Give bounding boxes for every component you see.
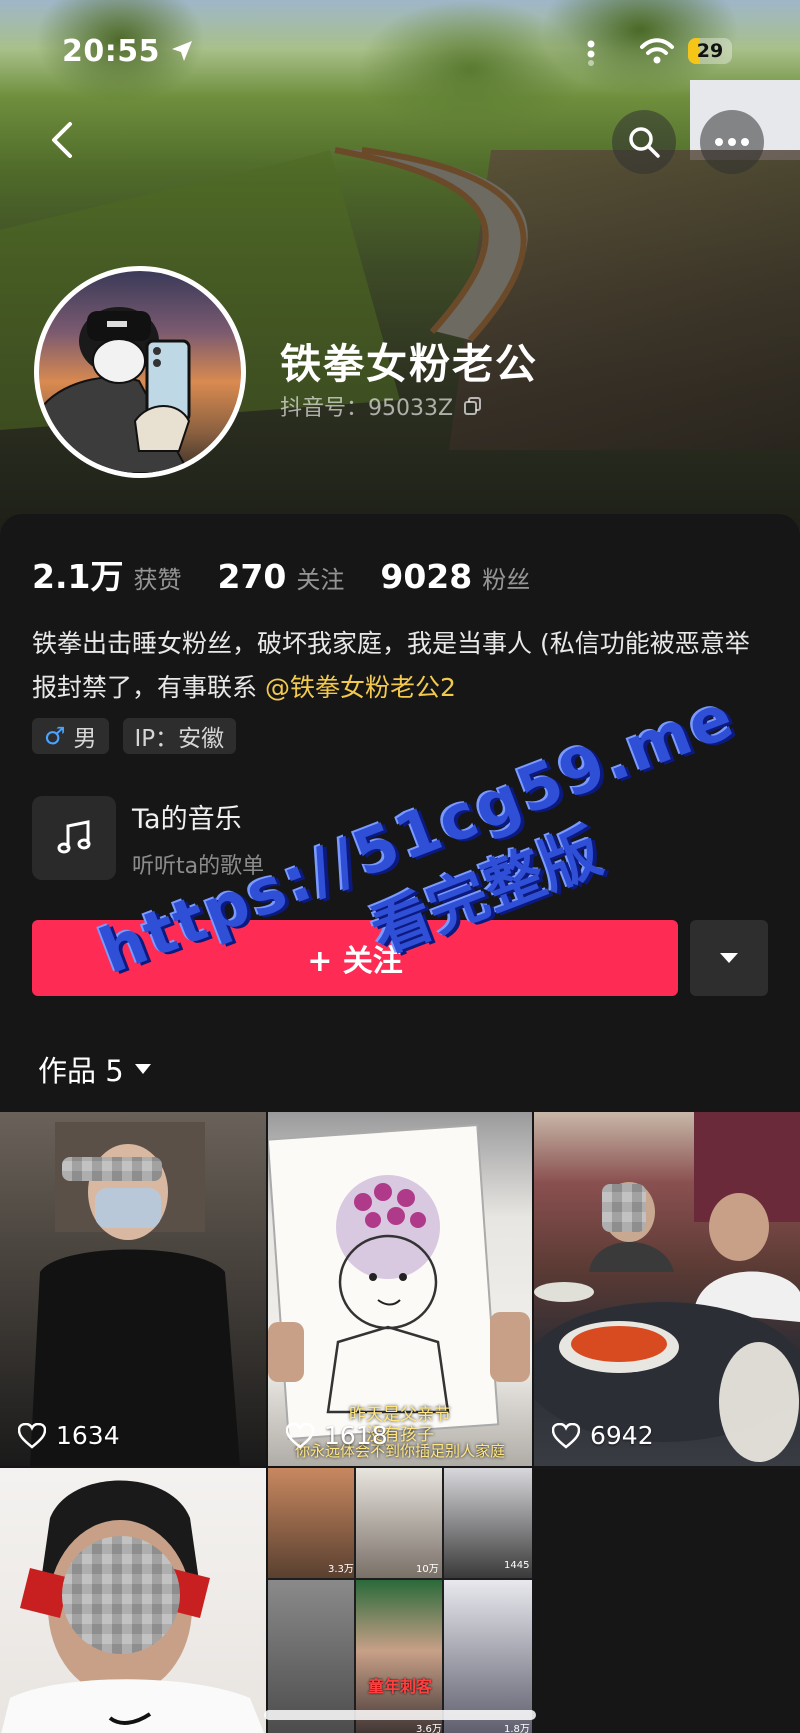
profile-nickname: 铁拳女粉老公 [280,340,538,388]
tab-works[interactable]: 作品 5 [38,1048,152,1090]
collage-view-count: 1445 [504,1560,530,1571]
video-likes-count: 6942 [590,1421,654,1450]
stat-followers[interactable]: 9028 粉丝 [380,557,530,596]
ip-tag-label: IP：安徽 [134,726,225,752]
blurred-face-overlay [62,1536,180,1654]
blurred-face-overlay [602,1184,646,1232]
back-button[interactable] [40,112,86,168]
bio-mention-link[interactable]: @铁拳女粉老公2 [265,673,456,702]
video-thumbnail[interactable]: 3.3万 10万 1445 童年刺客 3.6万 1.8万 [268,1468,532,1733]
collage-view-count: 3.6万 [416,1724,442,1733]
gender-tag-label: 男 [73,726,97,752]
music-icon-box [32,796,116,880]
search-icon [629,127,660,158]
ip-tag: IP：安徽 [122,718,237,754]
chevron-left-icon [52,122,72,158]
gender-tag: ♂ 男 [32,718,109,754]
music-title: Ta的音乐 [132,803,242,835]
music-entry[interactable]: Ta的音乐 听听ta的歌单 [32,796,264,880]
status-bar: 20:55 29 [0,0,800,100]
collage-caption: 童年刺客 [368,1677,433,1696]
tab-works-label: 作品 5 [38,1054,124,1088]
profile-panel: 2.1万 获赞 270 关注 9028 粉丝 铁拳出击睡女粉丝，破坏我家庭，我是… [0,514,800,1733]
status-time: 20:55 [62,34,160,69]
home-indicator[interactable] [264,1710,536,1720]
collage-view-count: 10万 [416,1564,439,1575]
male-icon: ♂ [44,722,66,750]
search-button[interactable] [612,110,676,174]
profile-stats: 2.1万 获赞 270 关注 9028 粉丝 [32,550,566,598]
stat-followers-label: 粉丝 [482,566,531,594]
video-thumbnail-image [534,1112,800,1462]
video-likes: 1634 [18,1421,120,1450]
video-likes-count: 1634 [56,1421,120,1450]
more-dots-icon [715,138,749,146]
collage-view-count: 1.8万 [504,1724,530,1733]
stat-likes-value: 2.1万 [32,557,124,596]
avatar[interactable] [34,266,246,478]
cellular-signal-icon [587,40,595,66]
music-note-icon [57,820,91,854]
video-likes-count: 1618 [324,1421,388,1450]
stat-likes[interactable]: 2.1万 获赞 [32,550,181,598]
heart-icon [552,1422,580,1449]
profile-bio: 铁拳出击睡女粉丝，破坏我家庭，我是当事人 (私信功能被恶意举报封禁了，有事联系 … [32,622,772,710]
douyin-id[interactable]: 抖音号：95033Z [280,390,483,422]
douyin-id-text: 抖音号：95033Z [280,396,454,421]
more-options-button[interactable] [700,110,764,174]
video-likes: 1618 [286,1421,388,1450]
wifi-icon [640,38,674,64]
blurred-text-overlay [62,1157,162,1181]
stat-likes-label: 获赞 [133,566,182,594]
battery-icon: 29 [688,38,732,64]
video-thumbnail[interactable]: 6942 [534,1112,800,1466]
caret-down-icon [720,953,738,963]
copy-icon[interactable] [463,396,483,416]
stat-following[interactable]: 270 关注 [217,557,344,596]
follow-button[interactable]: + 关注 [32,920,678,996]
video-thumbnail[interactable]: 昨天是父亲节 没有孩子 你永远体会不到你插足别人家庭 1618 [268,1112,532,1466]
stat-followers-value: 9028 [380,557,473,596]
profile-tags: ♂ 男 IP：安徽 [32,718,237,754]
collage-view-count: 3.3万 [328,1564,354,1575]
video-thumbnail[interactable]: 1634 [0,1112,266,1466]
location-arrow-icon [172,41,192,61]
stat-following-label: 关注 [296,566,345,594]
recommend-dropdown-button[interactable] [690,920,768,996]
heart-icon [286,1422,314,1449]
avatar-illustration [39,307,191,473]
video-thumbnail[interactable] [0,1468,266,1733]
heart-icon [18,1422,46,1449]
video-likes: 6942 [552,1421,654,1450]
music-subtitle: 听听ta的歌单 [132,853,265,879]
caret-down-icon [134,1064,151,1074]
stat-following-value: 270 [217,557,287,596]
battery-percent: 29 [696,40,724,62]
